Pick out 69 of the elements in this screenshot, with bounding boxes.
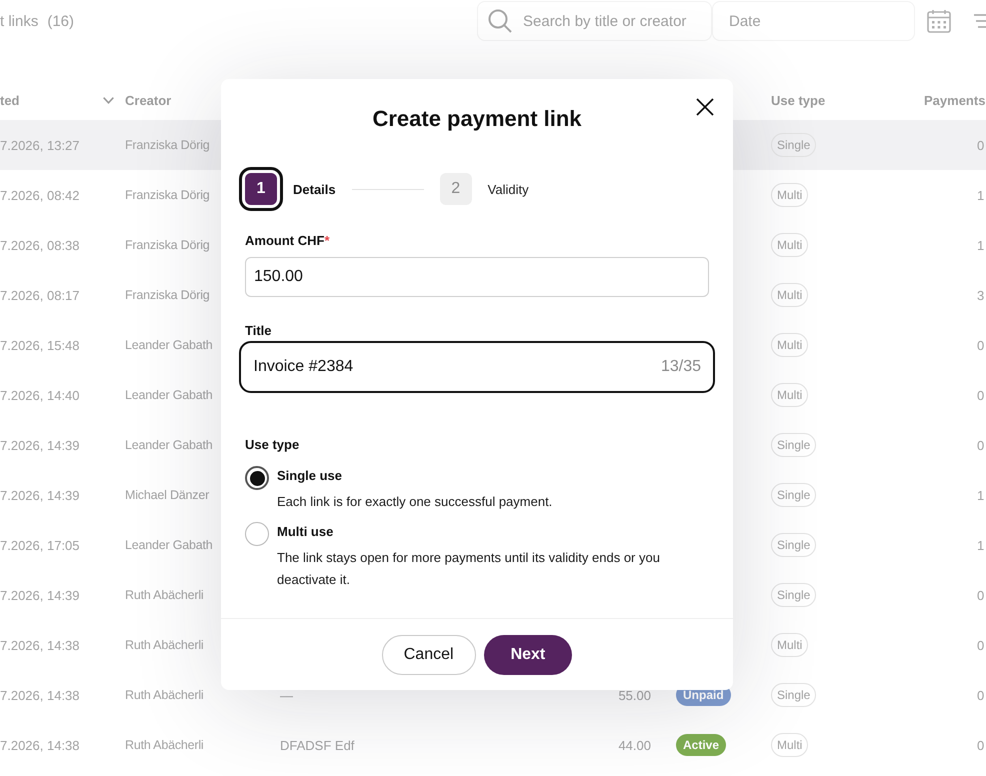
option-description: Each link is for exactly one successful payment.: [277, 493, 554, 511]
table-cell: 0: [977, 338, 984, 352]
field-label: Title: [245, 323, 272, 338]
table-cell: 0: [977, 638, 984, 652]
table-cell: 0: [977, 438, 984, 452]
item-count: (16): [47, 12, 74, 30]
table-cell: Ruth Abächerli: [125, 688, 204, 702]
use-type-tag: Multi: [771, 383, 808, 407]
table-cell: 0: [977, 688, 984, 702]
option-description: The link stays open for more payments until its validity ends or you deactivate it.: [277, 549, 661, 589]
table-cell: 55.00: [618, 688, 651, 702]
table-cell: —: [280, 688, 293, 702]
use-type-tag: Single: [771, 533, 816, 557]
table-cell: 7.2026, 14:38: [0, 738, 80, 752]
table-cell: 7.2026, 08:42: [0, 188, 80, 202]
use-type-tag: Multi: [771, 733, 808, 757]
table-cell: 1: [977, 238, 984, 252]
character-counter: 13/35: [660, 358, 701, 376]
use-type-tag: Single: [771, 683, 816, 707]
table-cell: Leander Gabath: [125, 438, 213, 452]
table-cell: 7.2026, 17:05: [0, 538, 80, 552]
use-type-tag: Multi: [771, 233, 808, 257]
use-type-tag: Single: [771, 433, 816, 457]
table-cell: 7.2026, 13:27: [0, 138, 80, 152]
use-type-tag: Multi: [771, 183, 808, 207]
table-cell: 7.2026, 14:39: [0, 588, 80, 602]
table-cell: 7.2026, 14:38: [0, 688, 80, 702]
table-cell: 0: [977, 388, 984, 402]
table-cell: 7.2026, 14:39: [0, 488, 80, 502]
use-type-tag: Multi: [771, 283, 808, 307]
field-label: Amount CHF: [245, 233, 324, 248]
use-type-tag: Multi: [771, 633, 808, 657]
table-cell: 44.00: [618, 738, 651, 752]
table-cell: 0: [977, 138, 984, 152]
use-type-tag: Multi: [771, 333, 808, 357]
table-cell: 3: [977, 288, 984, 302]
table-cell: DFADSF Edf: [280, 738, 354, 752]
table-cell: 1: [977, 188, 984, 202]
table-cell: 0: [977, 588, 984, 602]
table-cell: Ruth Abächerli: [125, 738, 204, 752]
table-cell: 7.2026, 15:48: [0, 338, 80, 352]
table-cell: Michael Dänzer: [125, 488, 210, 502]
table-cell: 1: [977, 488, 984, 502]
step-label: Details: [293, 182, 336, 196]
table-cell: Franziska Dörig: [125, 238, 210, 252]
table-cell: Ruth Abächerli: [125, 588, 204, 602]
step-label: Validity: [488, 182, 529, 196]
table-cell: 7.2026, 14:40: [0, 388, 80, 402]
table-cell: 7.2026, 08:17: [0, 288, 80, 302]
table-cell: 1: [977, 538, 984, 552]
table-cell: Leander Gabath: [125, 388, 213, 402]
table-cell: 7.2026, 14:38: [0, 638, 80, 652]
use-type-tag: Single: [771, 483, 816, 507]
table-cell: Leander Gabath: [125, 338, 213, 352]
page-title: t links: [0, 12, 38, 30]
use-type-tag: Single: [771, 583, 816, 607]
table-cell: 0: [977, 738, 984, 752]
table-cell: Franziska Dörig: [125, 288, 210, 302]
field-label: Use type: [245, 437, 300, 452]
required-mark: *: [324, 233, 330, 248]
table-cell: Ruth Abächerli: [125, 638, 204, 652]
table-cell: 7.2026, 08:38: [0, 238, 80, 252]
use-type-tag: Single: [771, 133, 816, 157]
table-cell: Franziska Dörig: [125, 188, 210, 202]
table-cell: Franziska Dörig: [125, 138, 210, 152]
table-cell: Leander Gabath: [125, 538, 213, 552]
table-cell: 7.2026, 14:39: [0, 438, 80, 452]
status-tag: Active: [676, 734, 726, 756]
dialog-title: Create payment link: [372, 105, 582, 133]
